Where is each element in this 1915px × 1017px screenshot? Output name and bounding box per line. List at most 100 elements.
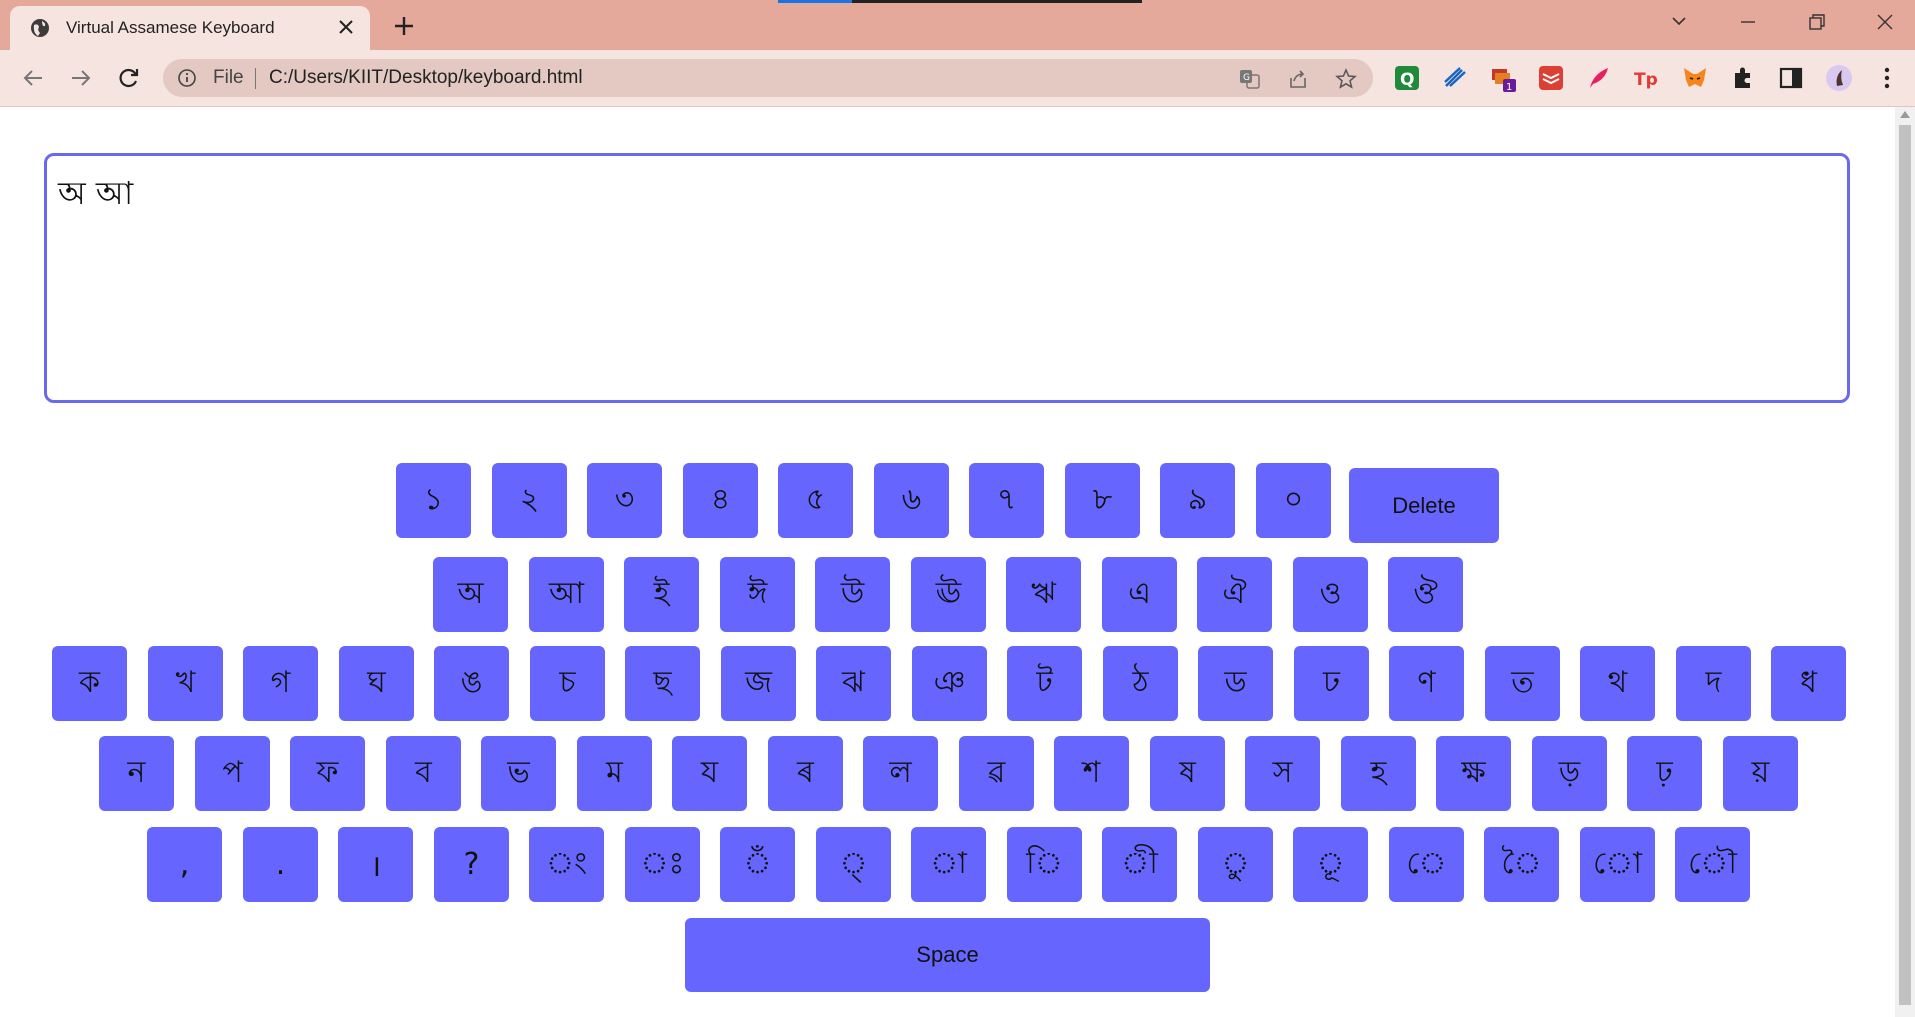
key-row-consonants-1-11[interactable]: ঠ [1103,646,1178,721]
key-row-consonants-1-16[interactable]: থ [1580,646,1655,721]
key-row-consonants-2-14[interactable]: ক্ষ [1436,736,1511,811]
close-window-icon[interactable] [1870,10,1900,34]
key-row-digits-4[interactable]: ৫ [778,463,853,538]
page-scrollbar[interactable] [1895,107,1915,1017]
close-tab-icon[interactable] [334,15,358,39]
key-row-digits-2[interactable]: ৩ [587,463,662,538]
extension-feather-icon[interactable] [1585,64,1613,92]
key-row-vowels-10[interactable]: ঔ [1388,557,1463,632]
key-row-vowels-4[interactable]: উ [815,557,890,632]
reload-icon[interactable] [114,63,144,93]
key-row-vowels-0[interactable]: অ [433,557,508,632]
key-row-consonants-2-15[interactable]: ড় [1532,736,1607,811]
address-bar[interactable]: File C:/Users/KIIT/Desktop/keyboard.html… [163,59,1373,97]
key-row-digits-7[interactable]: ৮ [1065,463,1140,538]
key-row-consonants-2-4[interactable]: ভ [481,736,556,811]
key-row-consonants-1-18[interactable]: ধ [1771,646,1846,721]
key-row-consonants-1-12[interactable]: ড [1198,646,1273,721]
key-row-vowels-2[interactable]: ই [624,557,699,632]
key-row-signs-1[interactable]: . [243,827,318,902]
key-row-vowels-3[interactable]: ঈ [720,557,795,632]
extension-tabs-icon[interactable]: 1 [1489,64,1517,92]
key-row-signs-4[interactable]: ং [529,827,604,902]
new-tab-icon[interactable] [390,12,418,40]
key-row-consonants-1-17[interactable]: দ [1676,646,1751,721]
key-row-consonants-1-5[interactable]: চ [530,646,605,721]
share-icon[interactable] [1287,68,1309,90]
extension-tp-icon[interactable]: Tp [1633,64,1661,92]
key-row-consonants-2-5[interactable]: ম [577,736,652,811]
key-row-signs-15[interactable]: ো [1580,827,1655,902]
key-row-consonants-2-2[interactable]: ফ [290,736,365,811]
key-row-consonants-1-1[interactable]: খ [148,646,223,721]
key-row-consonants-1-3[interactable]: ঘ [339,646,414,721]
extension-pen-icon[interactable] [1441,64,1469,92]
extension-q-icon[interactable]: Q [1393,64,1421,92]
key-row-vowels-1[interactable]: আ [529,557,604,632]
key-row-signs-14[interactable]: ৈ [1484,827,1559,902]
key-row-consonants-1-8[interactable]: ঝ [816,646,891,721]
bookmark-star-icon[interactable] [1335,68,1357,90]
key-row-signs-13[interactable]: ে [1389,827,1464,902]
key-row-signs-11[interactable]: ু [1198,827,1273,902]
key-row-vowels-8[interactable]: ঐ [1197,557,1272,632]
browser-tab[interactable]: Virtual Assamese Keyboard [10,6,370,50]
key-row-signs-16[interactable]: ৌ [1675,827,1750,902]
key-row-consonants-2-9[interactable]: ৱ [959,736,1034,811]
profile-avatar-icon[interactable] [1825,64,1853,92]
address-url[interactable]: C:/Users/KIIT/Desktop/keyboard.html [269,67,583,89]
key-row-consonants-1-2[interactable]: গ [243,646,318,721]
key-row-signs-0[interactable]: , [147,827,222,902]
side-panel-icon[interactable] [1777,64,1805,92]
key-row-signs-7[interactable]: ্ [816,827,891,902]
key-row-consonants-1-10[interactable]: ট [1007,646,1082,721]
key-row-digits-3[interactable]: ৪ [683,463,758,538]
key-row-consonants-1-7[interactable]: জ [721,646,796,721]
key-row-vowels-6[interactable]: ঋ [1006,557,1081,632]
key-row-consonants-1-4[interactable]: ঙ [434,646,509,721]
minimize-icon[interactable] [1733,10,1763,34]
key-row-consonants-1-6[interactable]: ছ [625,646,700,721]
space-key[interactable]: Space [685,918,1210,992]
key-row-consonants-2-0[interactable]: ন [99,736,174,811]
key-row-digits-8[interactable]: ৯ [1160,463,1235,538]
back-icon[interactable] [18,63,48,93]
key-row-signs-12[interactable]: ূ [1293,827,1368,902]
key-row-vowels-9[interactable]: ও [1293,557,1368,632]
tab-search-icon[interactable] [1664,10,1694,34]
key-row-signs-2[interactable]: । [338,827,413,902]
key-row-signs-8[interactable]: া [911,827,986,902]
key-row-digits-9[interactable]: ০ [1256,463,1331,538]
key-row-signs-10[interactable]: ী [1102,827,1177,902]
key-row-digits-1[interactable]: ২ [492,463,567,538]
key-row-consonants-2-10[interactable]: শ [1054,736,1129,811]
extension-todoist-icon[interactable] [1537,64,1565,92]
key-row-consonants-2-11[interactable]: ষ [1150,736,1225,811]
key-row-consonants-2-12[interactable]: স [1245,736,1320,811]
scroll-up-arrow-icon[interactable] [1900,111,1910,118]
key-row-consonants-2-17[interactable]: য় [1723,736,1798,811]
extension-metamask-icon[interactable] [1681,64,1709,92]
key-row-digits-5[interactable]: ৬ [874,463,949,538]
key-row-consonants-2-8[interactable]: ল [863,736,938,811]
key-row-consonants-2-6[interactable]: য [672,736,747,811]
restore-icon[interactable] [1801,10,1831,34]
delete-key[interactable]: Delete [1349,468,1499,543]
key-row-signs-3[interactable]: ? [434,827,509,902]
key-row-consonants-2-7[interactable]: ৰ [768,736,843,811]
key-row-consonants-1-14[interactable]: ণ [1389,646,1464,721]
key-row-consonants-2-16[interactable]: ঢ় [1627,736,1702,811]
key-row-vowels-7[interactable]: এ [1102,557,1177,632]
key-row-consonants-2-1[interactable]: প [195,736,270,811]
key-row-consonants-1-0[interactable]: ক [52,646,127,721]
key-row-digits-6[interactable]: ৭ [969,463,1044,538]
menu-kebab-icon[interactable] [1873,64,1901,92]
key-row-digits-0[interactable]: ১ [396,463,471,538]
key-row-vowels-5[interactable]: ঊ [911,557,986,632]
text-output-area[interactable]: অ আ [44,153,1850,403]
translate-icon[interactable]: G [1239,68,1261,90]
key-row-signs-6[interactable]: ঁ [720,827,795,902]
info-icon[interactable] [177,68,197,88]
extensions-puzzle-icon[interactable] [1729,64,1757,92]
forward-icon[interactable] [66,63,96,93]
